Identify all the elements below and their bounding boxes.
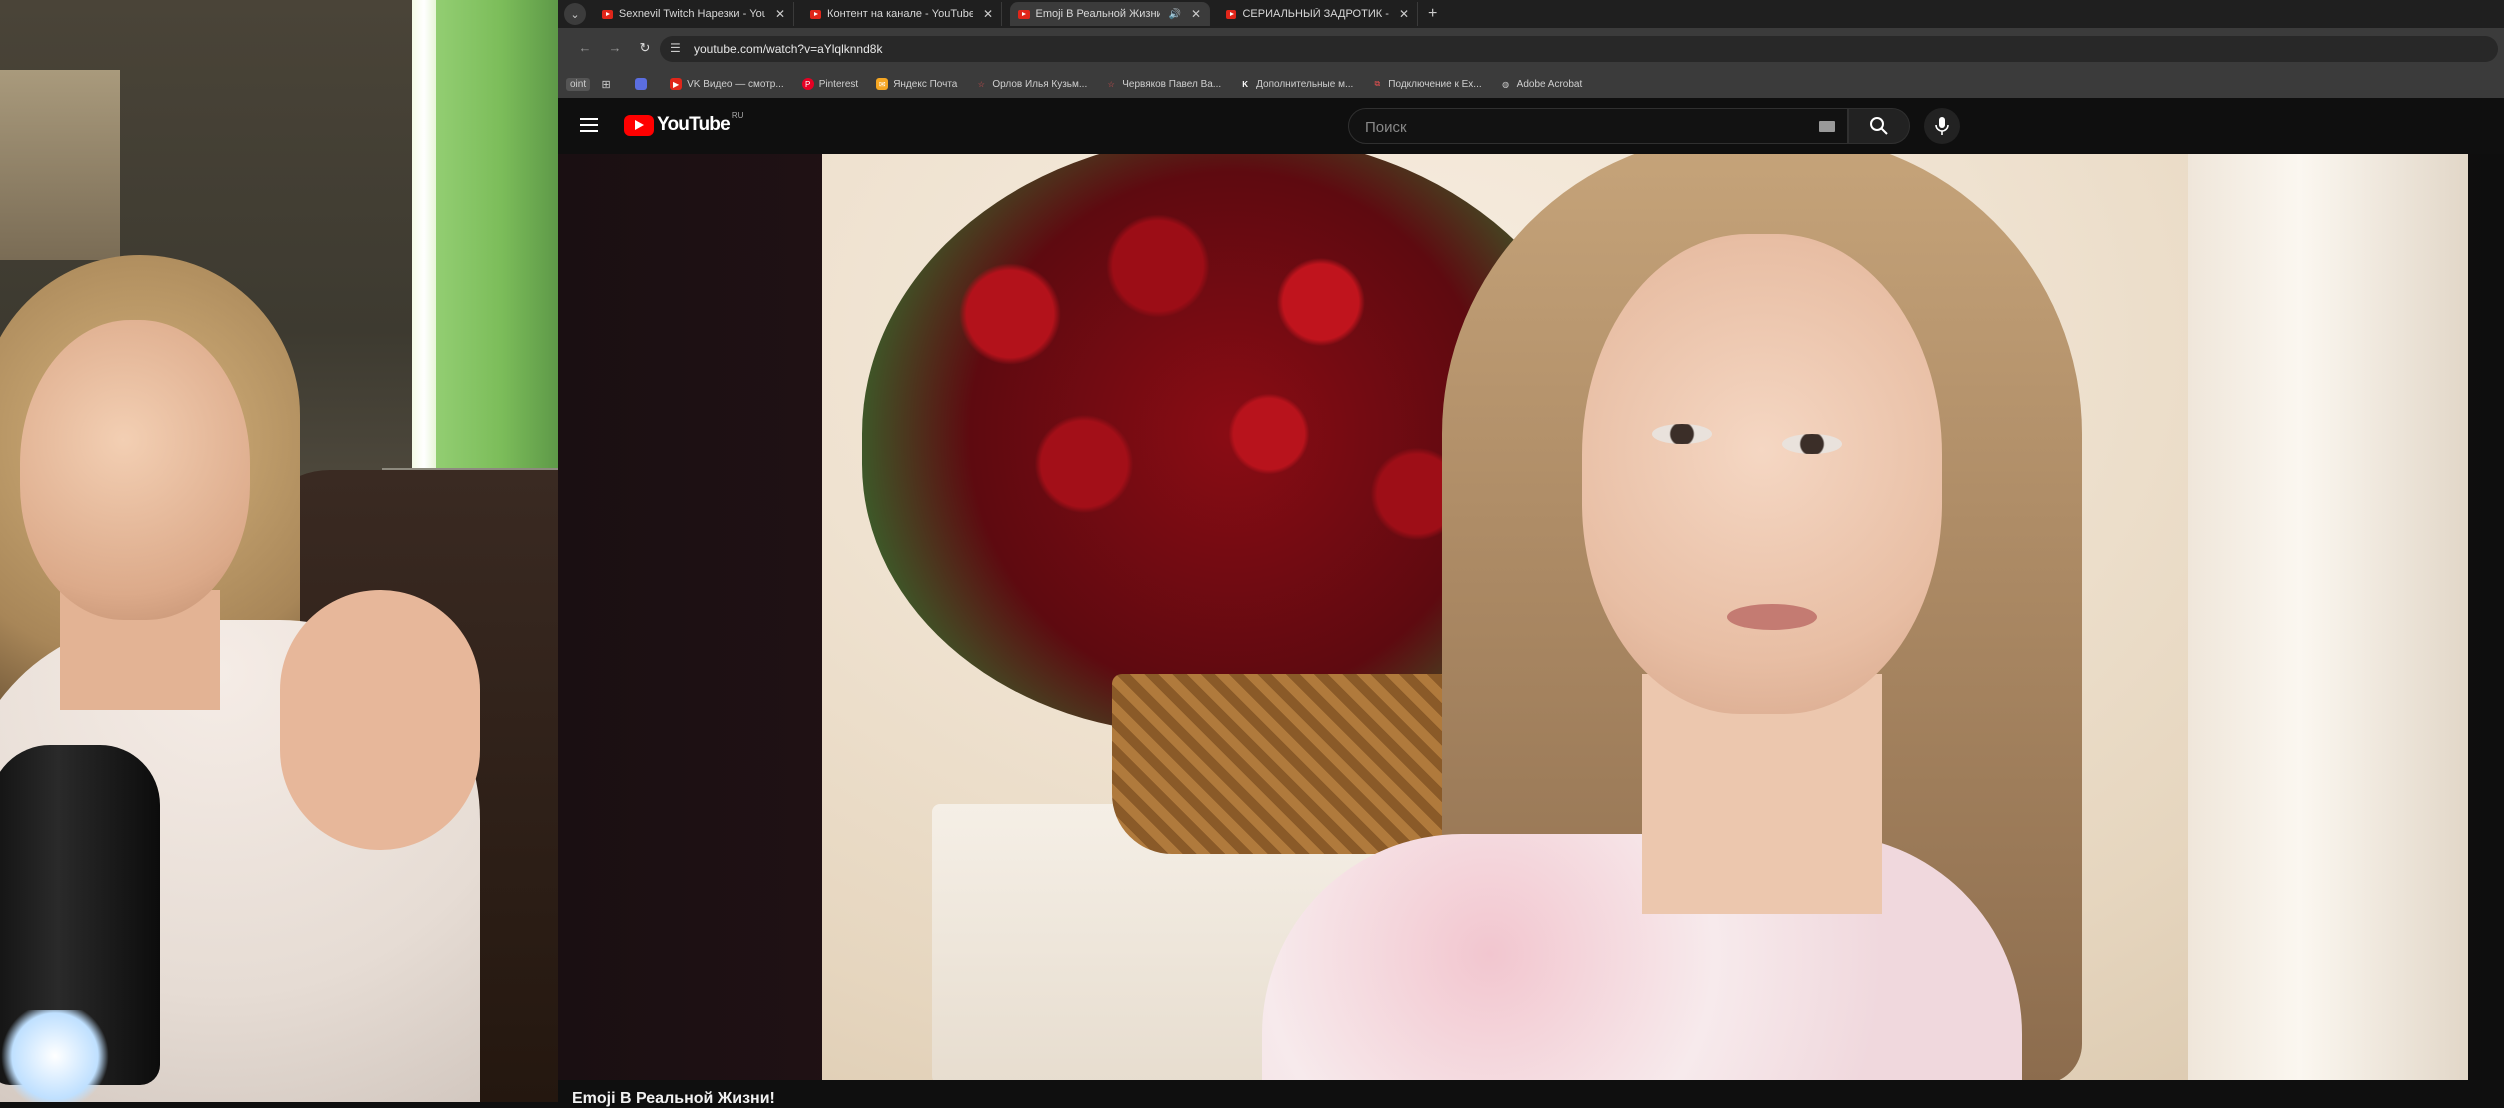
site-info-icon[interactable]: ☰ bbox=[670, 41, 681, 55]
tab-emoji[interactable]: Emoji В Реальной Жизни! 🔊 ✕ bbox=[1010, 2, 1210, 26]
youtube-favicon-icon bbox=[602, 9, 613, 19]
youtube-wordmark: YouTube bbox=[657, 114, 731, 135]
tab-sexnevil[interactable]: Sexnevil Twitch Нарезки - YouTu ✕ bbox=[594, 2, 794, 26]
bookmark-adobe[interactable]: ◍ Adobe Acrobat bbox=[1500, 78, 1583, 90]
youtube-favicon-icon bbox=[1018, 9, 1030, 19]
bookmark-app[interactable]: oint bbox=[566, 77, 591, 91]
bookmark-vk-video[interactable]: ▶ VK Видео — смотр... bbox=[670, 78, 784, 90]
search-input[interactable] bbox=[1363, 116, 1807, 138]
bookmark-orlov[interactable]: ☆ Орлов Илья Кузьм... bbox=[975, 78, 1087, 90]
youtube-header: YouTube RU bbox=[558, 98, 2504, 154]
star-icon: ☆ bbox=[977, 79, 985, 89]
vk-video-icon: ▶ bbox=[670, 78, 683, 90]
video-frame-eye bbox=[1652, 424, 1712, 444]
close-tab-icon[interactable]: ✕ bbox=[983, 7, 993, 21]
close-tab-icon[interactable]: ✕ bbox=[1191, 7, 1201, 21]
voice-search-button[interactable] bbox=[1924, 108, 1960, 144]
bookmark-label: Дополнительные м... bbox=[1256, 78, 1354, 90]
tab-title: СЕРИАЛЬНЫЙ ЗАДРОТИК - You bbox=[1242, 8, 1389, 20]
close-tab-icon[interactable]: ✕ bbox=[1399, 7, 1409, 21]
bookmark-label: oint bbox=[570, 78, 587, 90]
youtube-logo[interactable]: YouTube RU bbox=[624, 110, 744, 136]
link-icon: ⧉ bbox=[1374, 79, 1381, 88]
streamer-shoulder bbox=[280, 590, 480, 850]
bookmark-extra[interactable]: K Дополнительные м... bbox=[1239, 78, 1353, 90]
mail-icon: ✉ bbox=[876, 78, 889, 90]
search-icon bbox=[1870, 117, 1888, 135]
video-title: Emoji В Реальной Жизни! bbox=[572, 1090, 775, 1107]
grid-icon: ⊞ bbox=[601, 78, 611, 91]
address-bar[interactable]: ☰ youtube.com/watch?v=aYlqlknnd8k bbox=[660, 36, 2498, 62]
tab-title: Emoji В Реальной Жизни! bbox=[1035, 8, 1161, 20]
tab-serial[interactable]: СЕРИАЛЬНЫЙ ЗАДРОТИК - You ✕ bbox=[1218, 2, 1418, 26]
bookmark-flag[interactable] bbox=[635, 78, 652, 90]
streamer-face bbox=[20, 320, 250, 620]
green-wall bbox=[415, 0, 558, 470]
url-text[interactable]: youtube.com/watch?v=aYlqlknnd8k bbox=[694, 42, 882, 56]
tab-title: Sexnevil Twitch Нарезки - YouTu bbox=[618, 8, 765, 20]
back-arrow-icon[interactable]: ← bbox=[576, 40, 594, 55]
bookmark-label: VK Видео — смотр... bbox=[687, 78, 784, 90]
microphone-icon bbox=[1935, 117, 1949, 135]
pinterest-icon: P bbox=[801, 78, 814, 90]
webcam-overlay bbox=[0, 0, 558, 1102]
bookmark-label: Яндекс Почта bbox=[893, 78, 958, 90]
search-box bbox=[1348, 108, 1848, 144]
speaker-icon[interactable]: 🔊 bbox=[1168, 9, 1180, 20]
new-tab-icon[interactable]: + bbox=[1428, 5, 1437, 23]
video-frame-girl-face bbox=[1582, 234, 1942, 714]
bookmark-yandex-mail[interactable]: ✉ Яндекс Почта bbox=[876, 78, 957, 90]
player-area bbox=[558, 154, 2504, 1080]
led-lamp bbox=[412, 0, 436, 470]
bookmark-icon bbox=[635, 78, 648, 90]
bookmark-label: Червяков Павел Ва... bbox=[1122, 78, 1222, 90]
reload-icon[interactable]: ↻ bbox=[636, 40, 654, 56]
youtube-favicon-icon bbox=[1226, 9, 1237, 19]
k-icon: K bbox=[1242, 79, 1249, 89]
browser-window: ⌄ Sexnevil Twitch Нарезки - YouTu ✕ Конт… bbox=[558, 0, 2504, 1107]
bookmark-exchange[interactable]: ⧉ Подключение к Ex... bbox=[1371, 78, 1481, 90]
bookmark-chervyakov[interactable]: ☆ Червяков Павел Ва... bbox=[1105, 78, 1222, 90]
bookmark-label: Pinterest bbox=[818, 78, 859, 90]
youtube-play-icon bbox=[624, 114, 654, 136]
bookmark-pinterest[interactable]: P Pinterest bbox=[801, 78, 859, 90]
youtube-favicon-icon bbox=[810, 9, 822, 19]
browser-toolbar: ← → ↻ ☰ youtube.com/watch?v=aYlqlknnd8k bbox=[558, 28, 2504, 72]
video-player[interactable] bbox=[822, 154, 2468, 1080]
keyboard-icon[interactable] bbox=[1819, 121, 1835, 132]
tab-title: Контент на канале - YouTube S bbox=[827, 8, 973, 20]
tab-strip: ⌄ Sexnevil Twitch Нарезки - YouTu ✕ Конт… bbox=[558, 0, 2504, 28]
hamburger-menu-icon[interactable] bbox=[580, 114, 598, 136]
video-frame-eye bbox=[1782, 434, 1842, 454]
video-frame-basket bbox=[1112, 674, 1472, 854]
bookmark-label: Подключение к Ex... bbox=[1388, 78, 1482, 90]
background-box bbox=[0, 70, 120, 260]
bookmark-label: Орлов Илья Кузьм... bbox=[992, 78, 1088, 90]
tab-content[interactable]: Контент на канале - YouTube S ✕ bbox=[802, 2, 1002, 26]
close-tab-icon[interactable]: ✕ bbox=[775, 7, 785, 21]
video-frame-pillar bbox=[2188, 154, 2468, 1080]
forward-arrow-icon[interactable]: → bbox=[606, 40, 624, 55]
microphone-light bbox=[0, 1010, 110, 1102]
tab-search-button[interactable]: ⌄ bbox=[564, 3, 586, 25]
video-frame-lips bbox=[1727, 604, 1817, 630]
bookmarks-bar: oint ⊞ ▶ VK Видео — смотр... P Pinterest… bbox=[558, 70, 2504, 99]
bookmark-apps-grid[interactable]: ⊞ bbox=[600, 78, 617, 91]
globe-icon: ◍ bbox=[1502, 79, 1510, 89]
star-icon: ☆ bbox=[1107, 79, 1115, 89]
bookmark-label: Adobe Acrobat bbox=[1516, 78, 1583, 90]
search-button[interactable] bbox=[1848, 108, 1910, 144]
country-code: RU bbox=[731, 110, 744, 120]
